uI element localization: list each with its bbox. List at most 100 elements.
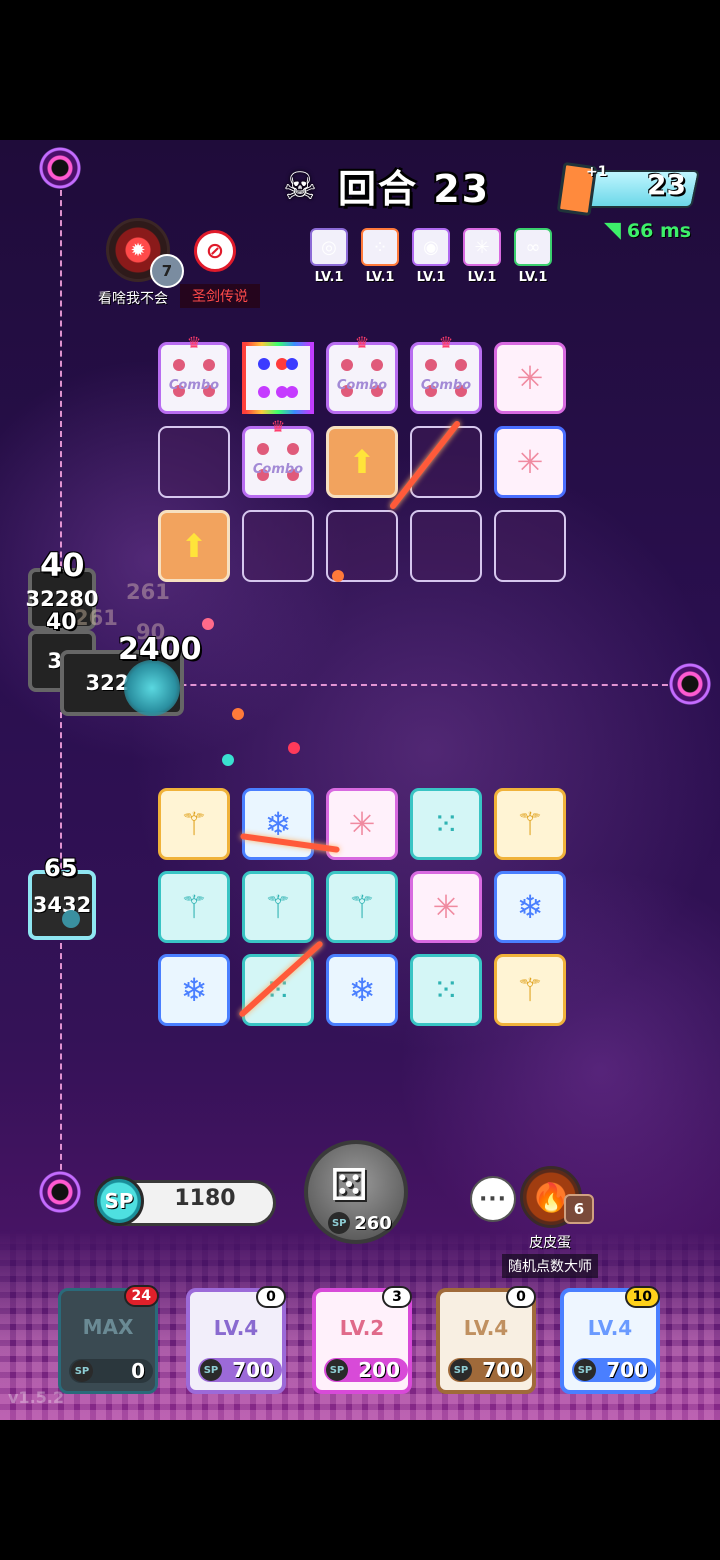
star-dice-icon: ✳: [516, 359, 544, 397]
teal-dice[interactable]: ⚚: [326, 871, 398, 943]
deck-card-level: LV.4: [213, 1316, 259, 1340]
sp-icon: SP: [326, 1359, 348, 1381]
ping-value: 66 ms: [626, 219, 692, 242]
dice-label: Combo: [420, 378, 472, 393]
player-title: 随机点数大师: [502, 1254, 598, 1278]
demon-skull-icon: ☠: [282, 163, 318, 208]
deck-card-level: LV.4: [587, 1316, 633, 1340]
deck-card-badge: 3: [382, 1286, 412, 1308]
opponent-rank-badge: 7: [150, 254, 184, 288]
ice-dice[interactable]: ❄: [494, 871, 566, 943]
snowflake-icon: ❄: [348, 971, 376, 1009]
empty-slot: [494, 510, 566, 582]
empty-slot: [242, 510, 314, 582]
deck-card-cost: SP 0: [69, 1359, 153, 1383]
combo-dice-icon: ◎: [310, 228, 348, 266]
portal-right-icon: [668, 662, 712, 706]
round-indicator: ☠ 回合 23: [278, 158, 490, 213]
star-dice[interactable]: ✳: [410, 871, 482, 943]
deck-card-cost-value: 700: [606, 1358, 648, 1382]
combo-dice: ♛ Combo: [158, 333, 230, 414]
roll-dice-button[interactable]: ⚄ SP 260: [304, 1140, 408, 1244]
card-count: 23: [647, 168, 686, 201]
opponent-board: ♛ Combo ♛ Combo ♛ Combo ✳ ♛ Combo ⬆ ✳ ⬆: [158, 333, 566, 582]
empty-slot: [158, 426, 230, 498]
wifi-icon: ◥: [604, 218, 621, 243]
snowflake-icon: ❄: [180, 971, 208, 1009]
star-dice: ✳: [494, 342, 566, 414]
level-label: LV.1: [365, 270, 395, 285]
teal-dice[interactable]: ⁙: [410, 788, 482, 860]
dice-label: Combo: [336, 378, 388, 393]
block-icon[interactable]: ⊘: [194, 230, 236, 272]
sp-icon: SP: [200, 1359, 222, 1381]
damage-number: 40: [40, 546, 85, 584]
portal-top-left-icon: [38, 146, 82, 190]
opponent-name: 看啥我不会: [98, 291, 168, 307]
deck-card-purple[interactable]: 0 LV.4 SP 700: [186, 1286, 286, 1394]
deck-card-ice[interactable]: 10 LV.4 SP 700: [560, 1286, 660, 1394]
rainbow-dice-icon: ⁘: [361, 228, 399, 266]
deck-card-brown[interactable]: 0 LV.4 SP 700: [436, 1286, 536, 1394]
player-rank-badge: 6: [564, 1194, 594, 1224]
combo-dice: ♛ Combo: [242, 417, 314, 498]
deck-card-pink[interactable]: 3 LV.2 SP 200: [312, 1286, 412, 1394]
level-item: ⁘ LV.1: [361, 228, 399, 285]
version-label: v1.5.2: [8, 1388, 64, 1407]
portal-bottom-left-icon: [38, 1170, 82, 1214]
opponent-profile[interactable]: ✹ 7 ⊘ 看啥我不会 圣剑传说: [98, 218, 282, 308]
sp-icon: SP: [94, 1176, 144, 1226]
ice-dice[interactable]: ❄: [158, 954, 230, 1026]
teal-dice[interactable]: ⚚: [158, 871, 230, 943]
level-item: ◉ LV.1: [412, 228, 450, 285]
deck-card-teal[interactable]: 24 MAX SP 0: [58, 1285, 159, 1394]
chat-button[interactable]: ···: [470, 1176, 516, 1222]
teal-pips-icon: ⁙: [432, 971, 460, 1009]
opponent-title: 圣剑传说: [180, 284, 260, 308]
level-item: ✳ LV.1: [463, 228, 501, 285]
trident-icon: ⚚: [179, 805, 209, 843]
deck-card-level: MAX: [82, 1315, 134, 1339]
level-item: ∞ LV.1: [514, 228, 552, 285]
teal-dice[interactable]: ⁙: [242, 954, 314, 1026]
gold-dice[interactable]: ⚚: [494, 788, 566, 860]
deck-card-cost-value: 700: [232, 1358, 274, 1382]
empty-slot: [410, 510, 482, 582]
star-dice-icon: ✳: [516, 443, 544, 481]
dice-label: Combo: [168, 378, 220, 393]
snowflake-icon: ❄: [516, 888, 544, 926]
gold-dice[interactable]: ⚚: [494, 954, 566, 1026]
card-counter[interactable]: +1 23: [556, 161, 701, 217]
card-plus: +1: [586, 164, 608, 180]
combo-dice-icon: ◉: [412, 228, 450, 266]
deck-card-badge: 24: [123, 1285, 159, 1307]
gold-dice[interactable]: ⚚: [158, 788, 230, 860]
trident-icon: ⚚: [515, 805, 545, 843]
arrow-up-icon: ⬆: [180, 527, 208, 565]
crown-icon: ♛: [186, 333, 202, 352]
sp-icon: SP: [71, 1360, 93, 1382]
arrow-dice: ⬆: [158, 510, 230, 582]
teal-dice[interactable]: ⁙: [410, 954, 482, 1026]
level-label: LV.1: [416, 270, 446, 285]
crown-icon: ♛: [438, 333, 454, 352]
sp-icon: SP: [328, 1212, 351, 1234]
deck-card-badge: 0: [256, 1286, 286, 1308]
teal-dice[interactable]: ⚚: [242, 871, 314, 943]
spark-dot: [222, 754, 234, 766]
arrow-dice: ⬆: [326, 426, 398, 498]
ice-dice[interactable]: ❄: [242, 788, 314, 860]
star-dice-icon: ✳: [463, 228, 501, 266]
trident-icon: ⚚: [515, 971, 545, 1009]
ping-indicator: ◥ 66 ms: [604, 218, 691, 243]
combo-dice: ♛ Combo: [410, 333, 482, 414]
ice-burst-effect: [124, 660, 180, 716]
ice-dice[interactable]: ❄: [326, 954, 398, 1026]
star-dice: ✳: [494, 426, 566, 498]
dice-icon: ⚄: [330, 1160, 369, 1211]
damage-number: 40: [46, 610, 77, 635]
spark-dot: [202, 618, 214, 630]
teal-pips-icon: ⁙: [432, 805, 460, 843]
teal-pips-icon: ⚚: [263, 888, 293, 926]
deck-card-cost: SP 700: [448, 1358, 532, 1382]
